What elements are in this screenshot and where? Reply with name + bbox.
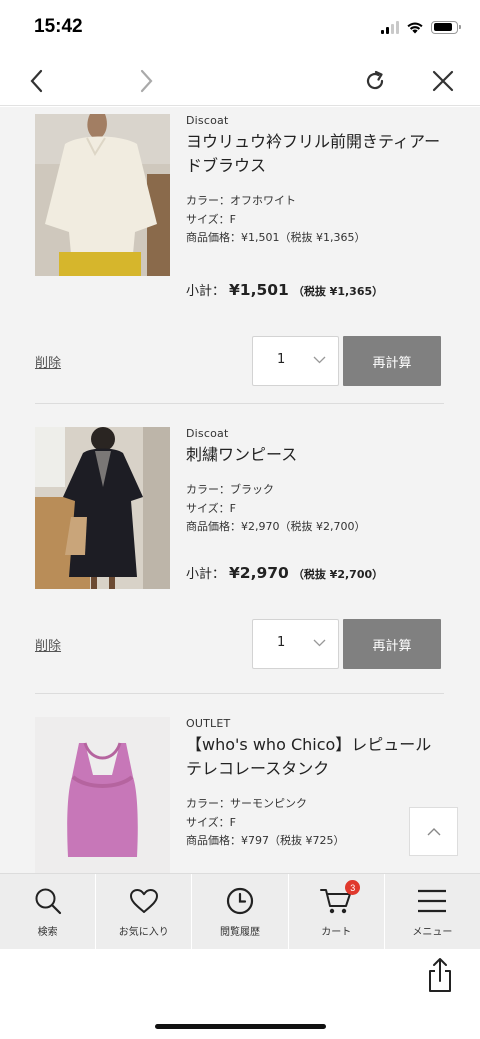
bottom-tab-bar: 検索 お気に入り 閲覧履歴 3 カート メニュー — [0, 873, 480, 949]
wifi-icon — [407, 22, 423, 34]
tab-cart[interactable]: 3 カート — [289, 874, 385, 949]
product-image[interactable] — [35, 427, 170, 589]
item-title[interactable]: 刺繍ワンピース — [186, 443, 444, 467]
cart-count-badge: 3 — [345, 880, 361, 895]
chevron-left-icon — [30, 69, 43, 93]
subtotal-taxfree: （税抜 ¥1,365） — [292, 285, 384, 298]
subtotal-amount: ¥1,501 — [229, 281, 289, 299]
tab-label: お気に入り — [118, 927, 169, 938]
reload-button[interactable] — [360, 66, 390, 96]
item-info: Discoat ヨウリュウ衿フリル前開きティアードブラウス カラー：オフホワイト… — [186, 114, 444, 248]
item-brand: OUTLET — [186, 717, 231, 730]
recalculate-button[interactable]: 再計算 — [343, 619, 441, 669]
item-attributes: カラー：サーモンピンク サイズ：F 商品価格：¥797（税抜 ¥725） — [186, 795, 444, 851]
item-brand: Discoat — [186, 114, 229, 127]
item-color: カラー：サーモンピンク — [186, 797, 307, 810]
item-info: OUTLET 【who's who Chico】レピュールテレコレースタンク カ… — [186, 717, 444, 851]
delete-link[interactable]: 削除 — [35, 352, 61, 371]
item-subtotal: 小計： ¥2,970 （税抜 ¥2,700） — [186, 563, 383, 582]
item-divider — [35, 403, 444, 404]
tab-label: カート — [321, 927, 352, 938]
clock-icon — [226, 887, 254, 915]
hamburger-menu-icon — [418, 889, 447, 913]
home-indicator[interactable] — [155, 1024, 326, 1029]
item-size: サイズ：F — [186, 501, 236, 515]
status-time: 15:42 — [34, 16, 83, 37]
item-price: 商品価格：¥2,970（税抜 ¥2,700） — [186, 520, 366, 533]
tab-search[interactable]: 検索 — [0, 874, 97, 949]
subtotal-label: 小計： — [186, 567, 226, 582]
quantity-value: 1 — [277, 352, 286, 367]
item-subtotal: 小計： ¥1,501 （税抜 ¥1,365） — [186, 280, 383, 299]
cellular-signal-icon — [381, 20, 399, 34]
quantity-select[interactable]: 1 — [252, 336, 339, 386]
heart-icon — [129, 889, 158, 913]
share-button[interactable] — [426, 957, 454, 993]
quantity-value: 1 — [277, 635, 286, 650]
battery-icon — [431, 20, 461, 34]
product-image[interactable] — [35, 717, 170, 873]
tab-label: メニュー — [412, 927, 453, 938]
item-price: 商品価格：¥1,501（税抜 ¥1,365） — [186, 231, 366, 244]
chevron-right-icon — [140, 69, 153, 93]
item-attributes: カラー：オフホワイト サイズ：F 商品価格：¥1,501（税抜 ¥1,365） — [186, 192, 444, 248]
cart-item: OUTLET 【who's who Chico】レピュールテレコレースタンク カ… — [35, 717, 444, 873]
delete-link[interactable]: 削除 — [35, 635, 61, 654]
item-attributes: カラー：ブラック サイズ：F 商品価格：¥2,970（税抜 ¥2,700） — [186, 481, 444, 537]
tab-history[interactable]: 閲覧履歴 — [192, 874, 289, 949]
cart-item: Discoat ヨウリュウ衿フリル前開きティアードブラウス カラー：オフホワイト… — [35, 114, 444, 386]
tab-menu[interactable]: メニュー — [385, 874, 480, 949]
item-color: カラー：ブラック — [186, 483, 274, 496]
item-divider — [35, 693, 444, 694]
item-price: 商品価格：¥797（税抜 ¥725） — [186, 834, 345, 847]
browser-bottom-bar — [0, 949, 480, 1039]
item-title[interactable]: 【who's who Chico】レピュールテレコレースタンク — [186, 733, 444, 781]
item-brand: Discoat — [186, 427, 229, 440]
close-button[interactable] — [428, 66, 458, 96]
item-color: カラー：オフホワイト — [186, 194, 296, 207]
forward-button[interactable] — [132, 66, 162, 96]
status-bar: 15:42 — [0, 0, 480, 56]
subtotal-taxfree: （税抜 ¥2,700） — [292, 568, 384, 581]
item-info: Discoat 刺繍ワンピース カラー：ブラック サイズ：F 商品価格：¥2,9… — [186, 427, 444, 537]
scroll-to-top-button[interactable] — [409, 807, 458, 856]
subtotal-amount: ¥2,970 — [229, 564, 289, 582]
item-title[interactable]: ヨウリュウ衿フリル前開きティアードブラウス — [186, 130, 444, 178]
reload-icon — [366, 70, 384, 90]
cart-content: Discoat ヨウリュウ衿フリル前開きティアードブラウス カラー：オフホワイト… — [0, 107, 480, 873]
chevron-up-icon — [427, 828, 440, 836]
item-size: サイズ：F — [186, 815, 236, 829]
cart-item: Discoat 刺繍ワンピース カラー：ブラック サイズ：F 商品価格：¥2,9… — [35, 427, 444, 675]
product-image[interactable] — [35, 114, 170, 276]
chevron-down-icon — [313, 639, 326, 647]
recalculate-button[interactable]: 再計算 — [343, 336, 441, 386]
tab-label: 閲覧履歴 — [220, 927, 260, 938]
browser-toolbar — [0, 56, 480, 106]
tab-favorites[interactable]: お気に入り — [96, 874, 193, 949]
status-icons — [381, 20, 461, 34]
chevron-down-icon — [313, 356, 326, 364]
close-icon — [432, 70, 454, 92]
share-icon — [429, 958, 451, 992]
back-button[interactable] — [21, 66, 51, 96]
subtotal-label: 小計： — [186, 284, 226, 299]
item-size: サイズ：F — [186, 212, 236, 226]
tab-label: 検索 — [37, 927, 58, 938]
search-icon — [35, 888, 61, 915]
quantity-select[interactable]: 1 — [252, 619, 339, 669]
